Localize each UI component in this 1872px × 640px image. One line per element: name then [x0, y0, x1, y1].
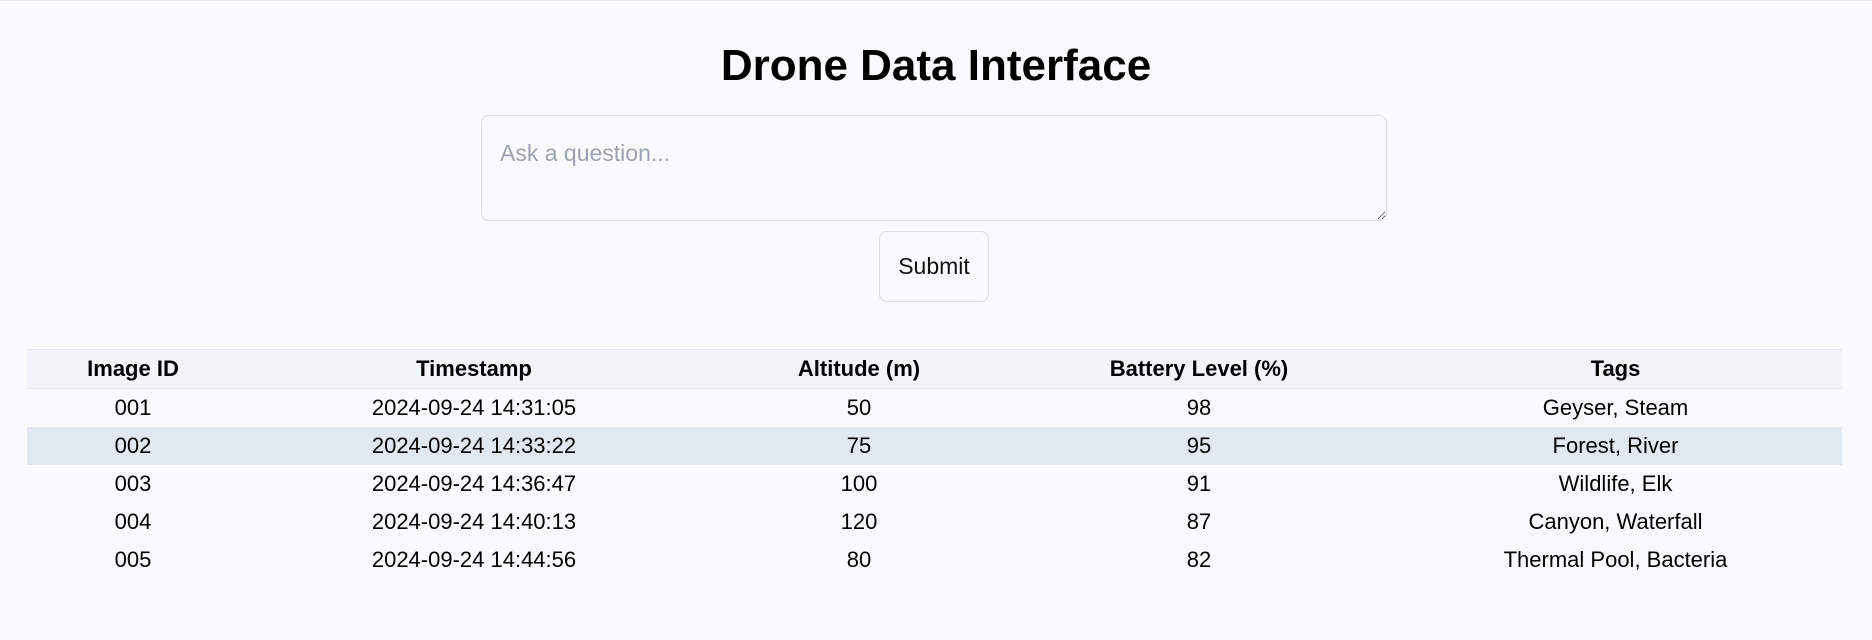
table-row[interactable]: 005 2024-09-24 14:44:56 80 82 Thermal Po…: [27, 541, 1842, 579]
cell-image-id: 004: [114, 509, 152, 534]
cell-battery-level: 91: [1186, 471, 1212, 496]
cell-tags: Wildlife, Elk: [1558, 471, 1673, 496]
cell-altitude: 100: [840, 471, 878, 496]
cell-timestamp: 2024-09-24 14:31:05: [371, 395, 577, 420]
question-input[interactable]: [481, 115, 1387, 221]
table-header-row: Image ID Timestamp Altitude (m) Battery …: [27, 349, 1842, 389]
cell-image-id: 001: [114, 395, 152, 420]
cell-altitude: 75: [709, 427, 1009, 465]
cell-timestamp: 2024-09-24 14:40:13: [371, 509, 577, 534]
submit-button[interactable]: Submit: [879, 231, 989, 302]
cell-image-id: 003: [114, 471, 152, 496]
cell-timestamp: 2024-09-24 14:33:22: [239, 427, 709, 465]
table-row[interactable]: 002 2024-09-24 14:33:22 75 95 Forest, Ri…: [27, 427, 1842, 465]
cell-tags: Thermal Pool, Bacteria: [1503, 547, 1728, 572]
column-header-image-id[interactable]: Image ID: [27, 349, 239, 389]
cell-timestamp: 2024-09-24 14:44:56: [371, 547, 577, 572]
table-row[interactable]: 001 2024-09-24 14:31:05 50 98 Geyser, St…: [27, 389, 1842, 428]
cell-tags: Forest, River: [1389, 427, 1842, 465]
table-row[interactable]: 003 2024-09-24 14:36:47 100 91 Wildlife,…: [27, 465, 1842, 503]
table-row[interactable]: 004 2024-09-24 14:40:13 120 87 Canyon, W…: [27, 503, 1842, 541]
cell-battery-level: 95: [1009, 427, 1389, 465]
cell-battery-level: 82: [1186, 547, 1212, 572]
cell-battery-level: 87: [1186, 509, 1212, 534]
drone-data-table: Image ID Timestamp Altitude (m) Battery …: [27, 349, 1842, 579]
column-header-altitude[interactable]: Altitude (m): [709, 349, 1009, 389]
cell-image-id: 002: [27, 427, 239, 465]
cell-altitude: 120: [840, 509, 878, 534]
page-title: Drone Data Interface: [720, 41, 1152, 90]
page: Drone Data Interface Submit Image ID Tim…: [0, 0, 1872, 640]
cell-altitude: 50: [846, 395, 872, 420]
cell-battery-level: 98: [1186, 395, 1212, 420]
cell-tags: Geyser, Steam: [1542, 395, 1689, 420]
column-header-timestamp[interactable]: Timestamp: [239, 349, 709, 389]
cell-image-id: 005: [114, 547, 152, 572]
column-header-battery-level[interactable]: Battery Level (%): [1009, 349, 1389, 389]
column-header-tags[interactable]: Tags: [1389, 349, 1842, 389]
cell-altitude: 80: [846, 547, 872, 572]
cell-tags: Canyon, Waterfall: [1528, 509, 1703, 534]
cell-timestamp: 2024-09-24 14:36:47: [371, 471, 577, 496]
top-divider: [0, 0, 1872, 1]
